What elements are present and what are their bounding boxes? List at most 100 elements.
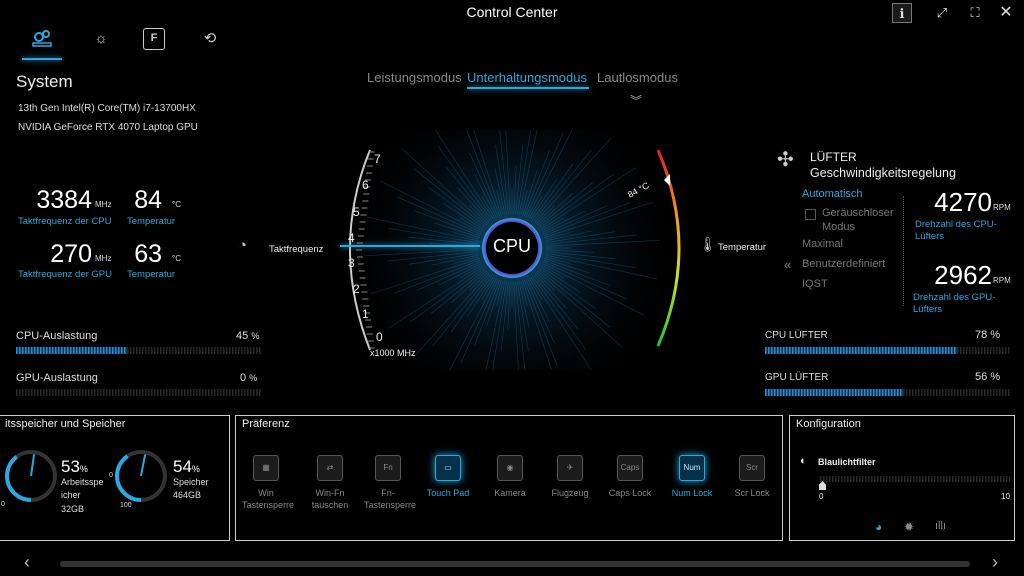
scale-tick-3: 3	[348, 256, 355, 270]
storage-dial-needle	[140, 454, 147, 477]
brightness-mode-icon[interactable]: ✹	[904, 520, 914, 534]
brightness-icon: ☼	[94, 30, 108, 47]
cpu-fan-rpm-unit: RPM	[993, 203, 1011, 212]
pref-label-line1: Win-Fn	[315, 488, 345, 498]
config-panel-title: Konfiguration	[796, 418, 861, 430]
close-icon: ✕	[999, 4, 1013, 21]
memory-panel: itsspeicher und Speicher 0 53% Arbeitssp…	[0, 415, 230, 541]
pref-button-scroll-lock[interactable]: Scr Scr Lock	[728, 455, 776, 499]
ram-dial	[5, 450, 57, 502]
cpu-freq-value: 3384	[36, 186, 92, 214]
fullscreen-button[interactable]: ⛶	[965, 3, 985, 23]
bluelight-icon: ◐	[800, 455, 807, 467]
pref-button-touchpad[interactable]: ▭ Touch Pad	[424, 455, 472, 499]
bluelight-slider[interactable]	[820, 476, 1010, 482]
gpu-fan-rpm-unit: RPM	[993, 276, 1011, 285]
storage-scale-max: 100	[120, 502, 132, 509]
close-button[interactable]: ✕	[996, 3, 1016, 23]
info-icon: ℹ	[899, 6, 905, 21]
pref-label: Scr Lock	[728, 487, 776, 499]
chevron-right-icon: ›	[992, 552, 998, 572]
fan-option-iqst[interactable]: IQST	[802, 278, 828, 290]
scale-unit: x1000 MHz	[370, 348, 416, 358]
fan-icon: ✣	[777, 149, 794, 171]
pref-label-line1: Win	[258, 488, 274, 498]
quiet-mode-checkbox[interactable]	[805, 209, 816, 220]
audio-mode-icon[interactable]: ıllı	[935, 520, 946, 532]
cpu-freq-unit: MHz	[95, 200, 112, 209]
pref-label-line2: tauschen	[311, 500, 349, 510]
mode-performance[interactable]: Leistungsmodus	[367, 70, 462, 85]
camera-icon: ◉	[497, 455, 523, 481]
pref-label-line2: Tastensperre	[364, 500, 417, 510]
speedometer-icon: ◔	[238, 237, 248, 254]
gauge-center-label: CPU	[492, 236, 531, 256]
pref-label: Flugzeug	[546, 487, 594, 499]
display-mode-icon[interactable]: ◕	[875, 520, 882, 534]
gpu-freq-unit: MHz	[95, 254, 112, 263]
freq-label: Taktfrequenz	[269, 244, 324, 255]
preference-panel-title: Präferenz	[242, 418, 290, 430]
tab-connection[interactable]: ⟲	[197, 26, 223, 52]
mode-silent[interactable]: Lautlosmodus	[597, 70, 678, 85]
pref-button-win-fn-swap[interactable]: ⇄ Win-Fn tauschen	[306, 455, 354, 511]
horizontal-scrollbar[interactable]	[60, 561, 970, 567]
pref-button-win-key[interactable]: ▦ Win Tastensperre	[242, 455, 294, 511]
pref-label-line1: Scr Lock	[734, 488, 770, 498]
storage-scale-min: 0	[109, 472, 113, 479]
cpu-temp-unit: °C	[172, 200, 181, 209]
bluelight-label: Blaulichtfilter	[818, 457, 876, 467]
gpu-fan-rpm-label: Drehzahl des GPU-Lüfters	[913, 292, 996, 315]
fan-option-automatic[interactable]: Automatisch	[802, 188, 863, 200]
pref-button-camera[interactable]: ◉ Kamera	[486, 455, 534, 499]
storage-dial	[115, 450, 167, 502]
fan-subtitle: Geschwindigkeitsregelung	[810, 166, 956, 180]
pref-button-fn-lock[interactable]: Fn Fn- Tastensperre	[364, 455, 417, 511]
expand-chevron-icon[interactable]: ︾	[630, 92, 642, 109]
gpu-fan-rpm-value: 2962	[934, 260, 992, 290]
info-button[interactable]: ℹ	[892, 3, 912, 23]
pref-label-line1: Touch Pad	[426, 488, 470, 498]
gpu-fan-value: 56 %	[975, 371, 1001, 383]
bluelight-slider-thumb[interactable]	[819, 481, 826, 490]
pref-button-airplane[interactable]: ✈ Flugzeug	[546, 455, 594, 499]
system-title: System	[16, 72, 73, 91]
mode-entertainment[interactable]: Unterhaltungsmodus	[467, 70, 587, 85]
scroll-left-button[interactable]: ‹	[24, 552, 30, 573]
slider-max: 10	[1001, 492, 1010, 501]
temp-label: Temperatur	[718, 242, 767, 253]
tab-display[interactable]: ☼	[88, 26, 114, 52]
chevron-left-icon: ‹	[24, 552, 30, 572]
win-key-icon: ▦	[253, 455, 279, 481]
gpu-freq-value: 270	[50, 240, 92, 268]
gpu-temp-value: 63	[134, 240, 162, 268]
scale-tick-5: 5	[353, 205, 360, 219]
fan-option-quiet[interactable]: Geräuschloser Modus	[822, 206, 900, 234]
window-title: Control Center	[466, 4, 558, 20]
collapse-chevron-icon[interactable]: «	[784, 257, 791, 272]
fan-option-max[interactable]: Maximal	[802, 238, 843, 250]
fan-option-custom[interactable]: Benutzerdefiniert	[802, 258, 885, 270]
cpu-load-value: 45 %	[236, 330, 260, 342]
gpu-temp-unit: °C	[172, 254, 181, 263]
scroll-right-button[interactable]: ›	[992, 552, 998, 573]
memory-panel-title: itsspeicher und Speicher	[5, 418, 126, 430]
gpu-load-label: GPU-Auslastung	[16, 372, 98, 384]
cpu-fan-value: 78 %	[975, 329, 1001, 341]
pref-label: Touch Pad	[424, 487, 472, 499]
gpu-fan-bar	[765, 389, 1011, 396]
pref-button-caps-lock[interactable]: Caps Caps Lock	[606, 455, 654, 499]
pref-label-line1: Fn-	[381, 488, 395, 498]
pref-label: Fn- Tastensperre	[364, 487, 417, 511]
cpu-name: 13th Gen Intel(R) Core(TM) i7-13700HX	[18, 103, 196, 114]
pref-button-num-lock[interactable]: Num Num Lock	[668, 455, 716, 499]
pref-label: Caps Lock	[606, 487, 654, 499]
cpu-fan-rpm-value: 4270	[934, 187, 992, 217]
fn-lock-icon: Fn	[375, 455, 401, 481]
tab-keyboard[interactable]: F	[143, 28, 165, 50]
tab-system[interactable]	[29, 26, 55, 52]
pref-label: Num Lock	[668, 487, 716, 499]
restore-button[interactable]: ⤢	[932, 3, 952, 23]
gpu-load-bar	[16, 389, 262, 396]
scale-tick-7: 7	[374, 152, 381, 166]
